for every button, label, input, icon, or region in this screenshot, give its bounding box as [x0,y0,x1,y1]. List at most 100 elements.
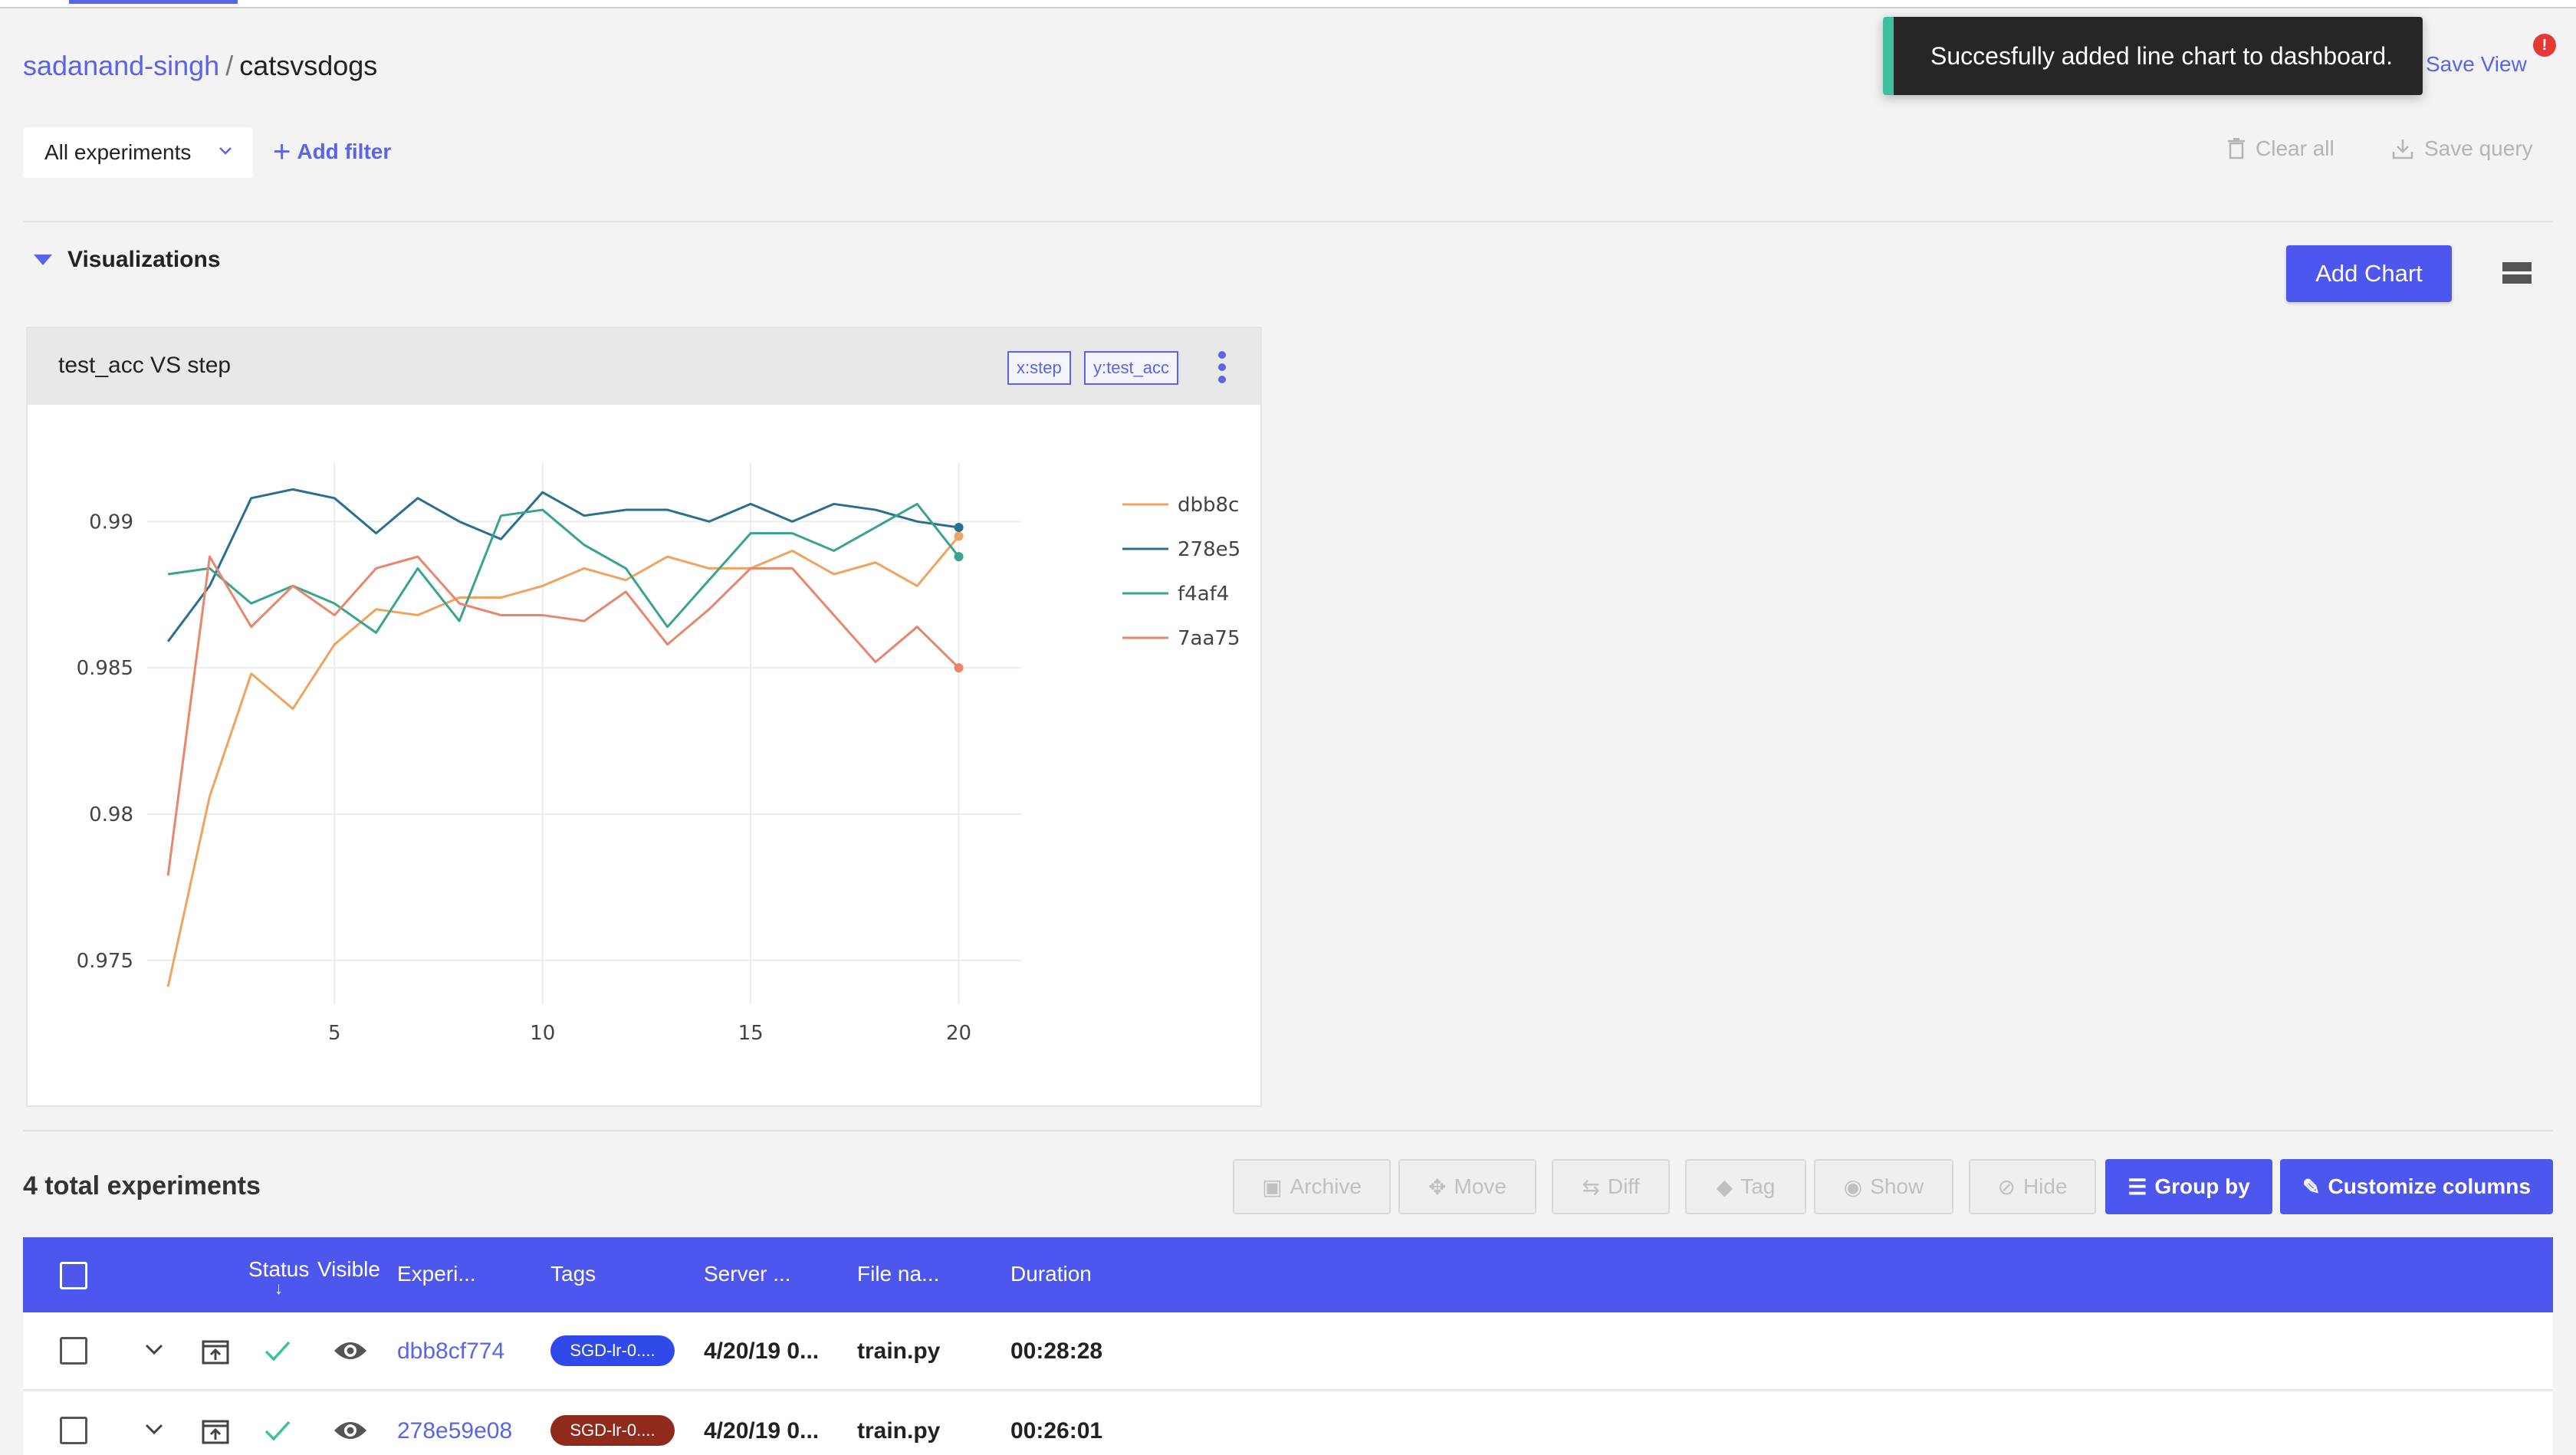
table-row[interactable]: 278e59e08 SGD-lr-0.... 4/20/19 0... trai… [23,1392,2553,1455]
visualizations-toggle[interactable]: Visualizations [34,247,221,273]
column-duration[interactable]: Duration [1010,1262,1092,1286]
eye-icon: ◉ [1843,1174,1863,1199]
add-chart-button[interactable]: Add Chart [2286,245,2452,302]
row-checkbox[interactable] [60,1337,87,1365]
experiments-table-header: Status ↓ Visible Experi... Tags Server .… [23,1237,2553,1312]
row-checkbox[interactable] [60,1417,87,1444]
series-line-dbb8c [166,535,960,987]
breadcrumb-owner-link[interactable]: sadanand-singh [23,50,219,81]
success-toast: Succesfully added line chart to dashboar… [1883,17,2423,95]
chevron-down-icon[interactable] [143,1342,166,1358]
series-end-point [954,663,964,673]
diff-button[interactable]: ⇆ Diff [1552,1159,1670,1214]
tag-badge[interactable]: SGD-lr-0.... [550,1335,675,1366]
eye-off-icon: ⊘ [1997,1174,2016,1199]
check-icon [264,1421,291,1441]
active-tab-indicator [69,0,238,4]
open-in-new-icon[interactable] [201,1337,230,1366]
notification-badge[interactable]: ! [2533,34,2556,57]
tag-badge[interactable]: SGD-lr-0.... [550,1415,675,1446]
sort-arrow-icon: ↓ [274,1279,283,1298]
divider [23,221,2553,222]
show-button[interactable]: ◉ Show [1814,1159,1953,1214]
series-line-f4af4 [167,502,960,634]
column-file-name[interactable]: File na... [857,1262,939,1286]
select-all-checkbox[interactable] [60,1262,87,1289]
hide-button[interactable]: ⊘ Hide [1969,1159,2096,1214]
toast-message: Succesfully added line chart to dashboar… [1930,41,2394,70]
total-experiments-label: 4 total experiments [23,1171,261,1200]
eye-icon[interactable] [333,1338,368,1363]
group-by-label: Group by [2154,1174,2250,1198]
eye-icon[interactable] [333,1418,368,1443]
x-tick-label: 15 [738,1022,764,1045]
breadcrumb: sadanand-singh / catsvsdogs [23,49,377,83]
breadcrumb-project: catsvsdogs [239,50,378,81]
experiment-id-link[interactable]: dbb8cf774 [397,1338,504,1365]
save-view-button[interactable]: Save View [2426,52,2527,77]
tag-label: Tag [1740,1174,1776,1198]
top-progress-line [0,0,2576,8]
legend-label: dbb8c [1178,494,1239,517]
customize-columns-button[interactable]: ✎ Customize columns [2280,1159,2553,1214]
series-end-point [954,531,964,541]
column-experiment[interactable]: Experi... [397,1262,476,1286]
column-server[interactable]: Server ... [704,1262,791,1286]
divider [23,1130,2553,1131]
tag-button[interactable]: ◆ Tag [1685,1159,1806,1214]
add-filter-button[interactable]: + Add filter [273,135,391,169]
chart-card-header: test_acc VS step x:step y:test_acc [28,328,1260,405]
experiments-select-value: All experiments [44,140,192,164]
series-end-point [954,522,964,532]
experiment-id-link[interactable]: 278e59e08 [397,1418,512,1444]
legend-label: f4af4 [1178,583,1229,606]
breadcrumb-separator: / [225,50,234,81]
column-tags[interactable]: Tags [550,1262,596,1286]
tag-icon: ◆ [1716,1174,1733,1199]
layout-rows-icon[interactable] [2502,261,2532,285]
archive-button[interactable]: ▣ Archive [1233,1159,1391,1214]
chart-title: test_acc VS step [58,353,232,378]
column-visible[interactable]: Visible [317,1257,380,1282]
x-tick-label: 20 [946,1022,971,1045]
duration: 00:26:01 [1010,1418,1103,1444]
caret-down-icon [34,255,52,265]
duration: 00:28:28 [1010,1338,1103,1364]
series-end-point [954,552,964,562]
table-row[interactable]: dbb8cf774 SGD-lr-0.... 4/20/19 0... trai… [23,1312,2553,1391]
archive-label: Archive [1290,1174,1362,1198]
chevron-down-icon[interactable] [143,1421,166,1438]
clear-all-button[interactable]: Clear all [2228,136,2334,161]
more-vertical-icon[interactable] [1217,350,1227,385]
diff-label: Diff [1607,1174,1640,1198]
y-tick-label: 0.98 [89,803,133,826]
move-button[interactable]: ✥ Move [1398,1159,1536,1214]
experiments-select[interactable]: All experiments [23,127,253,178]
trash-icon [2228,138,2245,159]
file-name: train.py [857,1338,941,1364]
chart-card: test_acc VS step x:step y:test_acc 5 10 15… [26,327,1262,1107]
group-icon: ☰ [2128,1174,2147,1199]
line-chart: 5 10 15 20 0.975 0.98 0.985 0.99 dbb8c 278e5 f4af4… [77,463,1240,1045]
archive-icon: ▣ [1262,1174,1283,1199]
legend-label: 278e5 [1178,538,1240,561]
show-label: Show [1870,1174,1924,1198]
y-axis-tag[interactable]: y:test_acc [1084,351,1179,385]
server-time: 4/20/19 0... [704,1418,820,1444]
x-axis-tag[interactable]: x:step [1007,351,1071,385]
customize-columns-label: Customize columns [2328,1174,2531,1198]
download-icon [2392,140,2413,159]
diff-icon: ⇆ [1582,1174,1600,1199]
check-icon [264,1341,291,1361]
legend-label: 7aa75 [1178,627,1240,650]
open-in-new-icon[interactable] [201,1417,230,1446]
move-label: Move [1454,1174,1506,1198]
group-by-button[interactable]: ☰ Group by [2105,1159,2272,1214]
x-tick-label: 5 [328,1022,341,1045]
plus-icon: + [273,135,291,169]
clear-all-label: Clear all [2256,136,2334,160]
chevron-down-icon [219,147,232,155]
file-name: train.py [857,1418,941,1444]
visualizations-title: Visualizations [67,247,221,272]
save-query-button[interactable]: Save query [2392,136,2533,161]
